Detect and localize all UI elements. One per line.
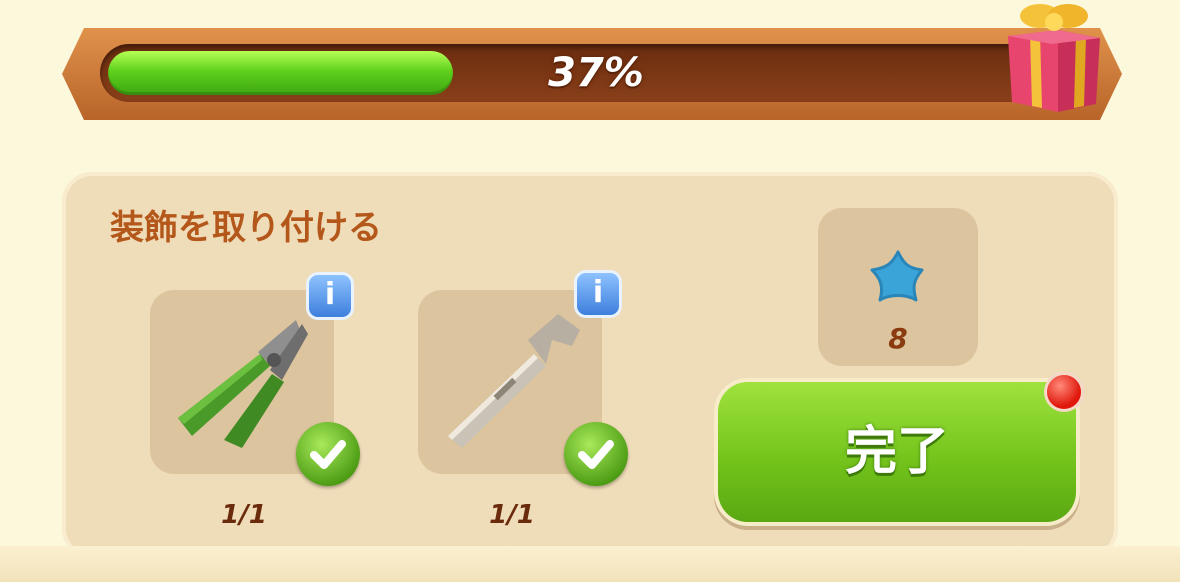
info-button-pliers[interactable]: i	[306, 272, 354, 320]
blue-star-icon	[870, 250, 924, 302]
notification-dot	[1044, 372, 1084, 412]
progress-bar: 37%	[100, 44, 1092, 102]
info-button-wrench[interactable]: i	[574, 270, 622, 318]
item-count-wrench: 1/1	[489, 500, 535, 530]
complete-button[interactable]: 完了	[718, 382, 1076, 522]
task-title: 装飾を取り付ける	[110, 208, 382, 248]
item-count-pliers: 1/1	[221, 500, 267, 530]
progress-percent-label: 37%	[548, 50, 644, 96]
bottom-strip	[0, 546, 1180, 582]
complete-button-label: 完了	[844, 422, 949, 482]
reward-count: 8	[888, 322, 908, 355]
check-icon	[296, 422, 360, 486]
check-icon	[564, 422, 628, 486]
gift-box-icon[interactable]	[1000, 0, 1108, 114]
